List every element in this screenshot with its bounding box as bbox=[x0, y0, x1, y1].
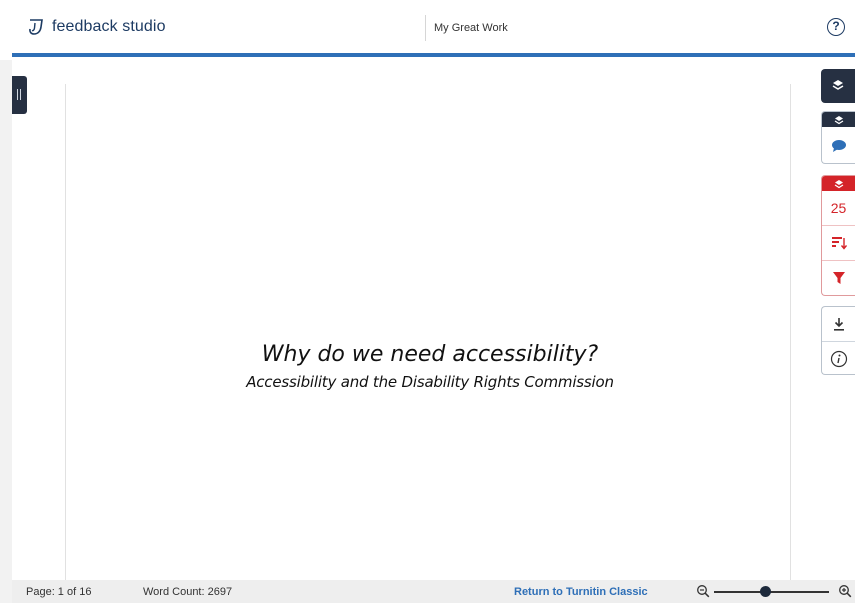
zoom-out-icon[interactable] bbox=[696, 584, 710, 598]
document-title: My Great Work bbox=[434, 22, 508, 34]
download-icon bbox=[833, 318, 844, 331]
feedback-logo-icon bbox=[29, 19, 43, 35]
status-bar: Page: 1 of 16 Word Count: 2697 Return to… bbox=[12, 580, 855, 603]
layers-button[interactable] bbox=[821, 69, 855, 103]
feedback-studio-logo[interactable]: feedback studio bbox=[26, 17, 166, 37]
layers-icon bbox=[834, 115, 843, 124]
filter-icon bbox=[832, 272, 845, 284]
return-to-classic-link[interactable]: Return to Turnitin Classic bbox=[514, 586, 648, 598]
logo-text: feedback studio bbox=[52, 18, 166, 35]
side-drawer-toggle-button[interactable] bbox=[12, 76, 27, 114]
download-button[interactable] bbox=[822, 307, 855, 341]
page-indicator: Page: 1 of 16 bbox=[26, 586, 92, 598]
drawer-handle-icon bbox=[17, 89, 18, 100]
document-viewer bbox=[12, 61, 855, 580]
word-count: Word Count: 2697 bbox=[143, 586, 233, 598]
similarity-layer-toggle[interactable] bbox=[822, 176, 855, 191]
comments-button[interactable] bbox=[822, 127, 855, 163]
grading-layer-toggle[interactable] bbox=[822, 112, 855, 127]
similarity-layer-group: 25 bbox=[821, 175, 855, 296]
zoom-slider[interactable] bbox=[714, 591, 829, 593]
document-heading: Why do we need accessibility? bbox=[261, 342, 599, 367]
layers-icon bbox=[834, 179, 843, 188]
similarity-score-button[interactable]: 25 bbox=[822, 191, 855, 225]
zoom-in-icon[interactable] bbox=[838, 584, 852, 598]
tools-group bbox=[821, 306, 855, 375]
document-subheading: Accessibility and the Disability Rights … bbox=[246, 373, 614, 391]
submission-info-button[interactable] bbox=[822, 341, 855, 374]
drawer-handle-icon bbox=[20, 89, 21, 100]
document-page-content: Why do we need accessibility? Accessibil… bbox=[100, 340, 760, 392]
comment-icon bbox=[831, 139, 846, 152]
top-bar: feedback studio My Great Work ? bbox=[12, 0, 855, 57]
zoom-slider-handle[interactable] bbox=[760, 586, 772, 597]
sort-matches-button[interactable] bbox=[822, 225, 855, 260]
sort-icon bbox=[831, 237, 847, 250]
help-icon[interactable]: ? bbox=[827, 18, 845, 36]
grading-layer-group bbox=[821, 111, 855, 164]
header-divider bbox=[425, 15, 426, 41]
layers-icon bbox=[832, 80, 844, 90]
app-window: feedback studio My Great Work ? Why do w… bbox=[0, 0, 855, 603]
filter-button[interactable] bbox=[822, 260, 855, 295]
info-icon bbox=[830, 350, 847, 368]
similarity-count: 25 bbox=[830, 200, 847, 216]
left-margin bbox=[0, 60, 12, 603]
page-border-left bbox=[65, 84, 66, 580]
page-border-right bbox=[790, 84, 791, 580]
